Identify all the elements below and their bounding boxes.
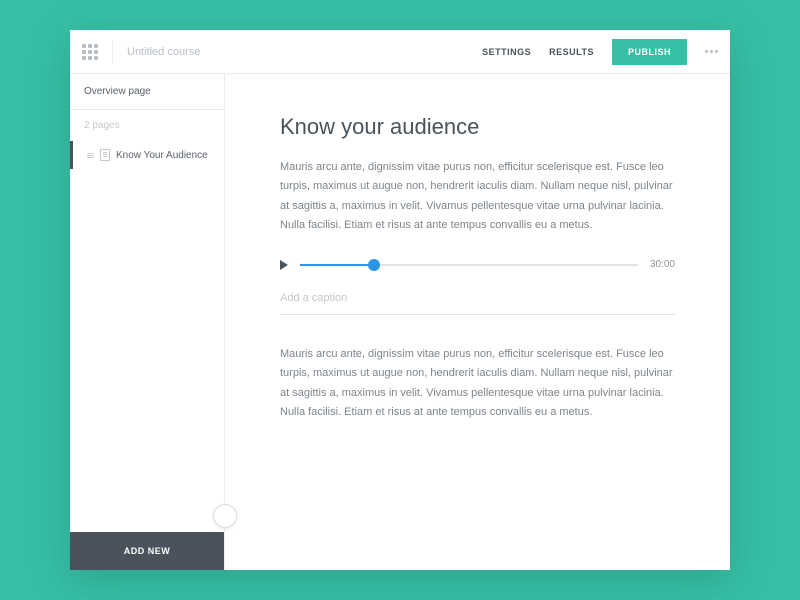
audio-track[interactable] [300,264,638,266]
pages-count-label: 2 pages [70,110,224,141]
topbar-actions: SETTINGS RESULTS PUBLISH [482,39,718,65]
page-heading[interactable]: Know your audience [280,114,675,140]
page-icon [100,149,110,161]
page-item-label: Know Your Audience [116,150,208,161]
publish-button[interactable]: PUBLISH [612,39,687,65]
more-icon[interactable] [705,50,718,53]
sidebar: Overview page 2 pages Know Your Audience… [70,74,225,570]
course-title[interactable]: Untitled course [127,46,200,58]
paragraph-block[interactable]: Mauris arcu ante, dignissim vitae purus … [280,345,675,422]
drag-handle-icon[interactable] [87,153,94,158]
topbar: Untitled course SETTINGS RESULTS PUBLISH [70,30,730,74]
app-body: Overview page 2 pages Know Your Audience… [70,74,730,570]
audio-duration: 30:00 [650,259,675,270]
audio-progress-fill [300,264,374,266]
audio-player: 30:00 [280,259,675,270]
divider [112,40,113,64]
audio-progress-thumb[interactable] [368,259,380,271]
settings-link[interactable]: SETTINGS [482,47,531,57]
results-link[interactable]: RESULTS [549,47,594,57]
caption-input[interactable] [280,286,675,315]
sidebar-page-item[interactable]: Know Your Audience [70,141,224,169]
add-new-button[interactable]: ADD NEW [70,532,224,570]
app-window: Untitled course SETTINGS RESULTS PUBLISH… [70,30,730,570]
apps-grid-icon[interactable] [82,44,98,60]
resize-handle[interactable] [213,504,237,528]
paragraph-block[interactable]: Mauris arcu ante, dignissim vitae purus … [280,158,675,235]
play-icon[interactable] [280,260,288,270]
overview-page-link[interactable]: Overview page [70,74,224,110]
main-content: Know your audience Mauris arcu ante, dig… [225,74,730,570]
